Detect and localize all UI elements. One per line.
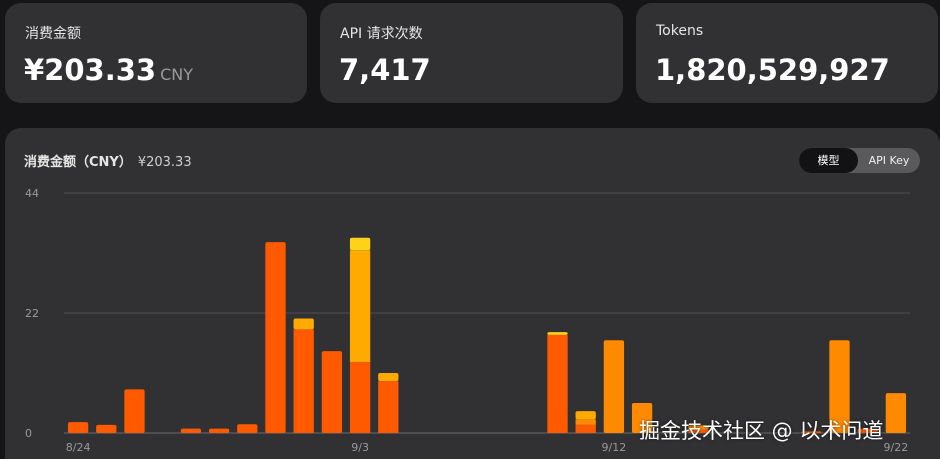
bar-segment[interactable] xyxy=(180,428,202,433)
bar-segment[interactable] xyxy=(237,424,258,433)
bar-segment[interactable] xyxy=(124,389,145,433)
y-tick-label: 44 xyxy=(25,187,39,200)
stat-label: 消费金额 xyxy=(25,26,81,42)
bar-segment[interactable] xyxy=(293,329,314,433)
stat-value: ¥203.33 CNY xyxy=(24,53,194,87)
stat-label: API 请求次数 xyxy=(340,26,423,42)
stat-label: Tokens xyxy=(656,23,704,39)
bar-segment[interactable] xyxy=(96,424,117,433)
bar-segment[interactable] xyxy=(265,242,286,433)
bar-segment[interactable] xyxy=(575,424,596,433)
bar-segment[interactable] xyxy=(349,237,371,251)
cost-chart-card: 消费金额（CNY） ¥203.33 模型 API Key 0 22 44 8/24 9/3… xyxy=(5,128,940,459)
watermark: 掘金技术社区 @ 以术问道 xyxy=(639,419,884,443)
bar-segment[interactable] xyxy=(378,381,399,433)
x-tick-label: 9/22 xyxy=(884,441,909,454)
bar-segment[interactable] xyxy=(321,351,343,433)
bar-segment[interactable] xyxy=(547,332,568,335)
x-tick-label: 9/3 xyxy=(351,441,369,454)
bar-segment[interactable] xyxy=(547,334,568,433)
bar-chart: 0 22 44 8/24 9/3 9/12 9/22 xyxy=(25,187,910,454)
stat-value: 1,820,529,927 xyxy=(655,53,890,87)
bar-segment[interactable] xyxy=(378,373,399,382)
bar-segment[interactable] xyxy=(349,250,371,363)
bar-segment[interactable] xyxy=(885,393,907,433)
y-tick-label: 0 xyxy=(25,427,32,440)
bar-segment[interactable] xyxy=(67,422,89,433)
x-tick-label: 8/24 xyxy=(66,441,91,454)
bar-segment[interactable] xyxy=(575,419,596,425)
stat-card-requests: API 请求次数 7,417 xyxy=(320,3,623,103)
y-tick-label: 22 xyxy=(25,307,39,320)
stat-card-cost: 消费金额 ¥203.33 CNY xyxy=(5,3,307,103)
stat-value: 7,417 xyxy=(339,53,431,87)
bar-segment[interactable] xyxy=(293,318,314,330)
bar-segment[interactable] xyxy=(208,428,230,433)
stat-card-tokens: Tokens 1,820,529,927 xyxy=(636,3,938,103)
bar-segment[interactable] xyxy=(575,411,596,420)
x-tick-label: 9/12 xyxy=(602,441,627,454)
bar-segment[interactable] xyxy=(349,362,371,433)
bar-segment[interactable] xyxy=(603,340,625,433)
stat-unit: CNY xyxy=(160,65,194,84)
